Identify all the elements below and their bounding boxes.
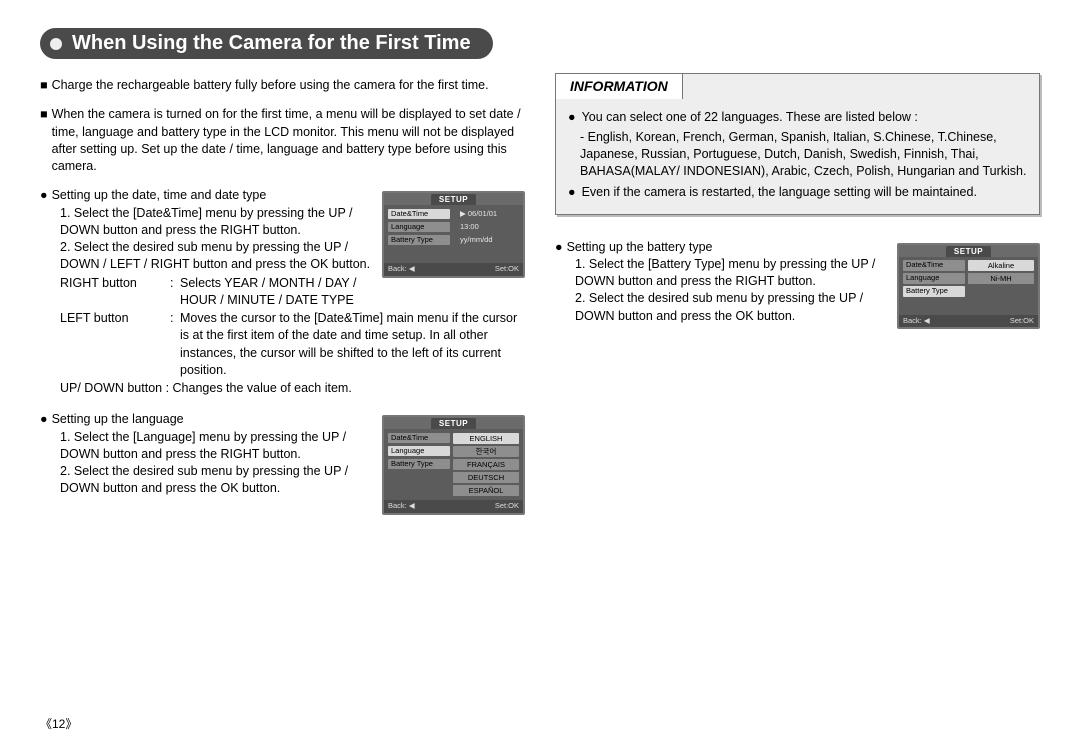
lcd-battery-screenshot: SETUP Date&TimeAlkaline LanguageNi-MH Ba… (897, 243, 1040, 329)
lcd-lang1: ENGLISH (453, 433, 519, 444)
lcd-set: Set:OK (1010, 316, 1034, 326)
language-section: SETUP Date&TimeENGLISH Language한국어 Batte… (40, 411, 525, 518)
info-p2: Even if the camera is restarted, the lan… (582, 184, 977, 201)
updown-button-text: UP/ DOWN button : Changes the value of e… (60, 380, 525, 397)
lcd-row-date: Date&Time (388, 433, 450, 443)
lcd-lang2: 한국어 (453, 446, 519, 457)
lcd-row-lang: Language (388, 446, 450, 456)
info-p1-sub: - English, Korean, French, German, Spani… (568, 129, 1027, 181)
title-text: When Using the Camera for the First Time (72, 32, 471, 55)
lcd-row-battery: Battery Type (388, 235, 450, 245)
lcd-back: Back: ◀ (903, 316, 930, 326)
lcd-val-date1: ▶ 06/01/01 (450, 209, 519, 219)
battery-section: SETUP Date&TimeAlkaline LanguageNi-MH Ba… (555, 239, 1040, 333)
right-column: INFORMATION ● You can select one of 22 la… (555, 73, 1040, 527)
lcd-row-battery: Battery Type (388, 459, 450, 469)
lcd-set: Set:OK (495, 264, 519, 274)
colon: : (170, 275, 180, 310)
lcd-bat1: Alkaline (968, 260, 1034, 271)
square-bullet-icon: ■ (40, 106, 48, 175)
lcd-lang5: ESPAÑOL (453, 485, 519, 496)
colon: : (170, 310, 180, 379)
lcd-row-lang: Language (903, 273, 965, 283)
right-button-label: RIGHT button (60, 275, 170, 310)
lcd-lang4: DEUTSCH (453, 472, 519, 483)
dot-bullet-icon: ● (568, 184, 576, 201)
lcd-setup-tab: SETUP (946, 246, 991, 257)
lcd-back: Back: ◀ (388, 501, 415, 511)
lang-heading: Setting up the language (52, 412, 184, 426)
lcd-back: Back: ◀ (388, 264, 415, 274)
lcd-setup-tab: SETUP (431, 418, 476, 429)
lcd-language-screenshot: SETUP Date&TimeENGLISH Language한국어 Batte… (382, 415, 525, 514)
lcd-val-date2: 13:00 (450, 222, 519, 232)
batt-heading: Setting up the battery type (567, 240, 713, 254)
page-title: When Using the Camera for the First Time (40, 28, 493, 59)
left-button-label: LEFT button (60, 310, 170, 379)
right-button-text: Selects YEAR / MONTH / DAY / HOUR / MINU… (180, 275, 374, 310)
lcd-setup-tab: SETUP (431, 194, 476, 205)
dot-bullet-icon: ● (555, 240, 563, 254)
title-dot-icon (50, 38, 62, 50)
dot-bullet-icon: ● (40, 188, 48, 202)
dot-bullet-icon: ● (40, 412, 48, 426)
date-heading: Setting up the date, time and date type (52, 188, 267, 202)
lcd-bat2: Ni-MH (968, 273, 1034, 284)
page-number: 《12》 (40, 715, 77, 732)
information-box: INFORMATION ● You can select one of 22 la… (555, 73, 1040, 215)
info-p1: You can select one of 22 languages. Thes… (582, 109, 918, 126)
left-column: ■ Charge the rechargeable battery fully … (40, 73, 525, 527)
date-section: SETUP Date&Time▶ 06/01/01 Language13:00 … (40, 187, 525, 397)
left-button-text: Moves the cursor to the [Date&Time] main… (180, 310, 525, 379)
information-heading: INFORMATION (555, 73, 683, 99)
square-bullet-icon: ■ (40, 77, 48, 94)
lcd-row-battery: Battery Type (903, 286, 965, 296)
lcd-row-date: Date&Time (903, 260, 965, 270)
lcd-row-date: Date&Time (388, 209, 450, 219)
lcd-date-screenshot: SETUP Date&Time▶ 06/01/01 Language13:00 … (382, 191, 525, 277)
lcd-val-date3: yy/mm/dd (450, 235, 519, 245)
lcd-lang3: FRANÇAIS (453, 459, 519, 470)
lcd-set: Set:OK (495, 501, 519, 511)
para2: When the camera is turned on for the fir… (52, 106, 525, 175)
lcd-row-lang: Language (388, 222, 450, 232)
dot-bullet-icon: ● (568, 109, 576, 126)
para1: Charge the rechargeable battery fully be… (52, 77, 525, 94)
